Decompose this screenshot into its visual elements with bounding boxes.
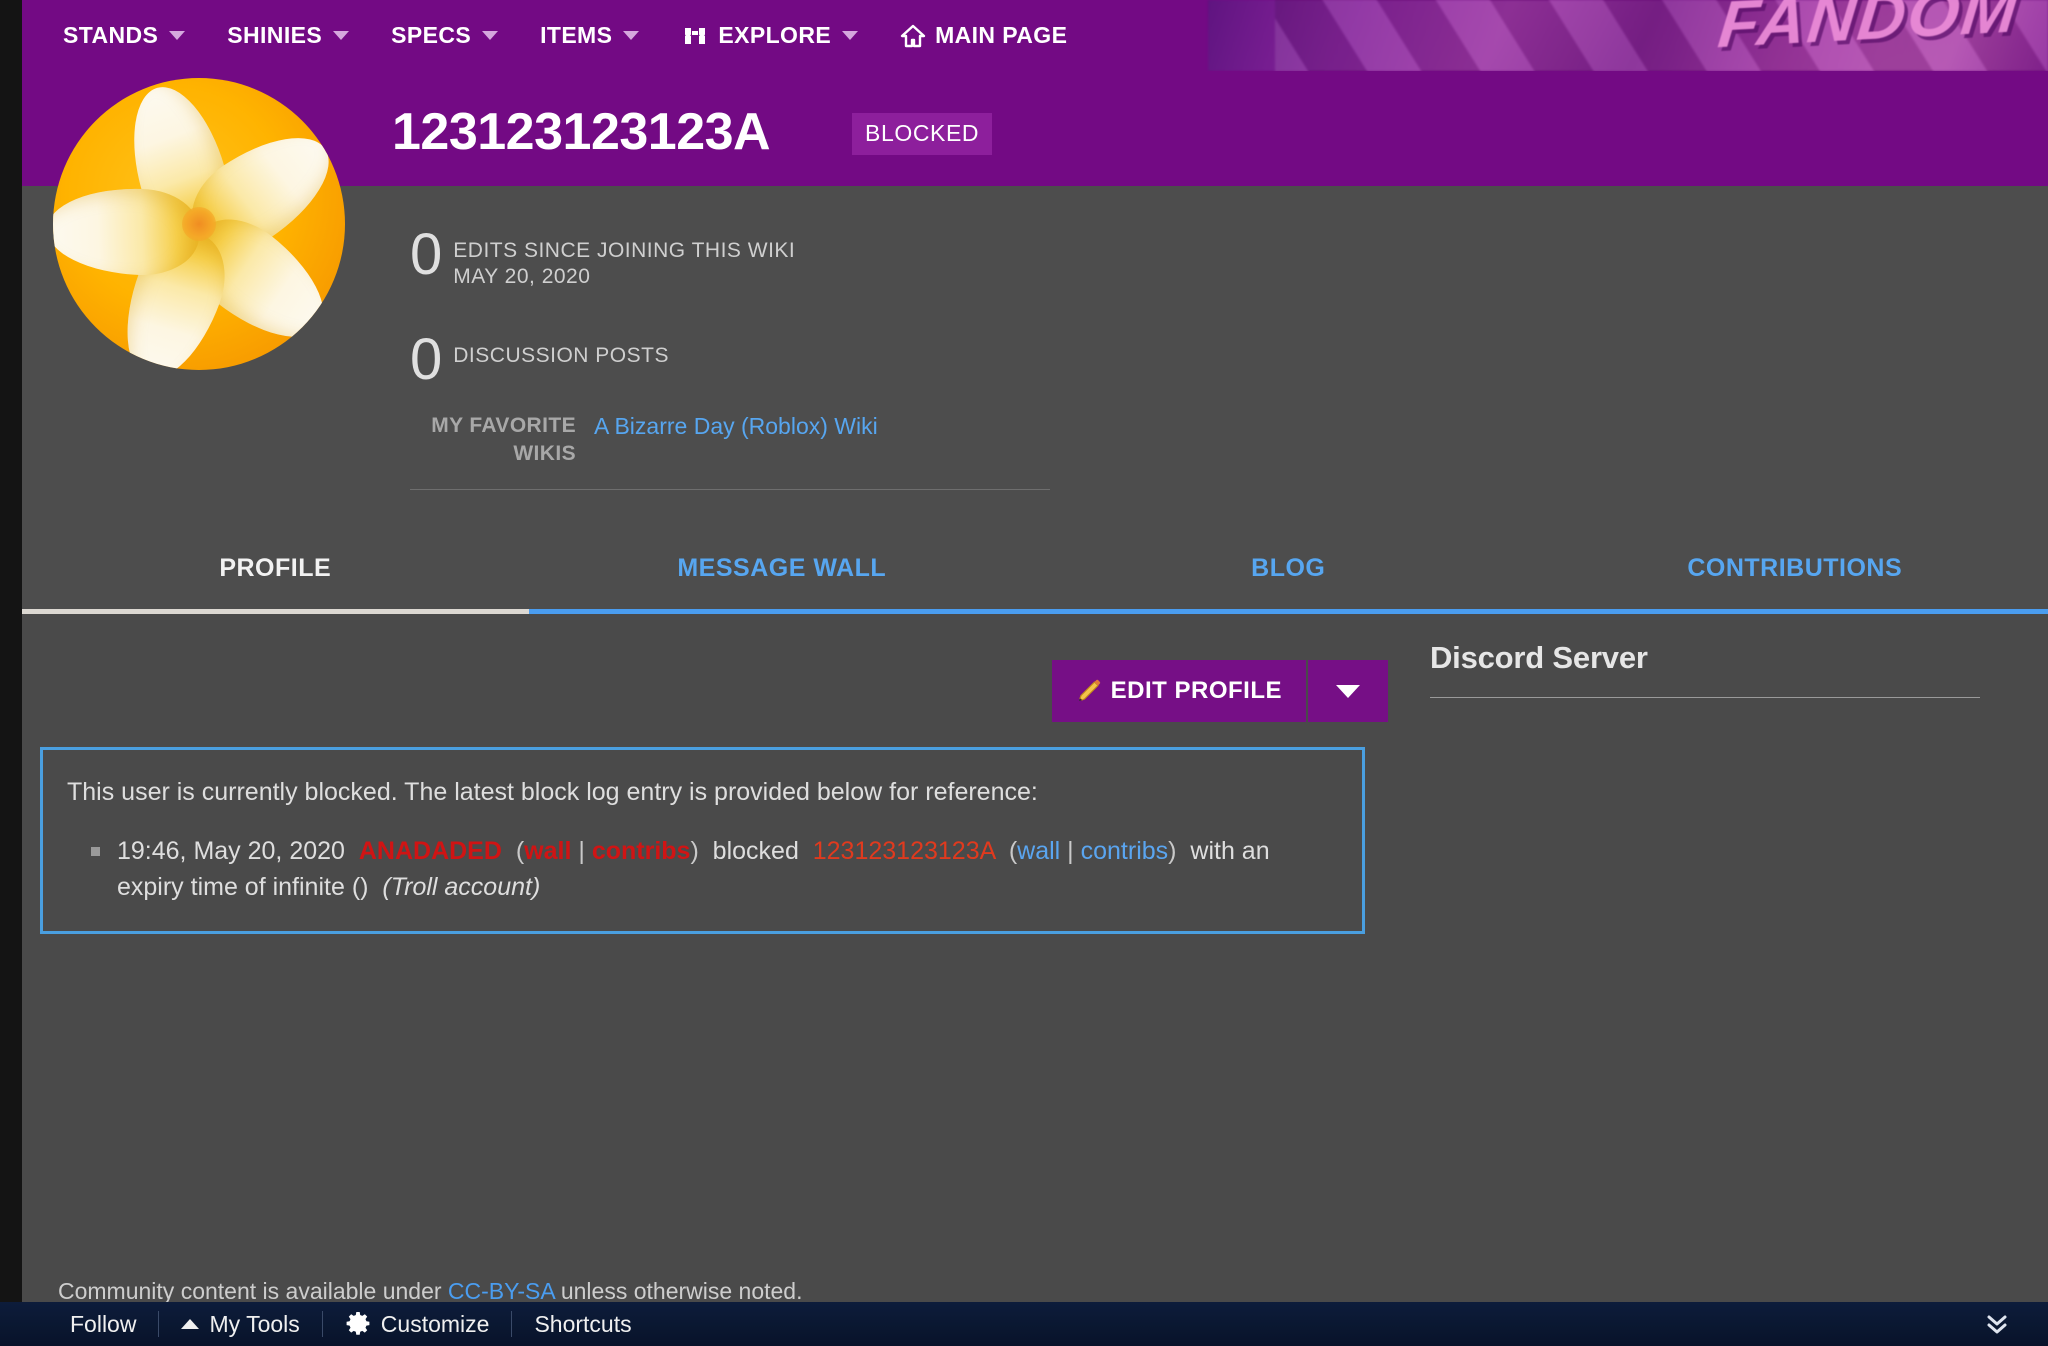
profile-actions-dropdown-button[interactable] [1306, 660, 1388, 722]
chevron-down-icon [482, 31, 499, 40]
main-content: EDIT PROFILE [22, 614, 2048, 1302]
nav-item-shinies[interactable]: SHINIES [206, 0, 370, 71]
tab-message-wall[interactable]: MESSAGE WALL [529, 523, 1036, 613]
chevron-down-icon [333, 31, 350, 40]
left-gutter [0, 0, 22, 1302]
license-link[interactable]: CC-BY-SA [448, 1278, 555, 1304]
stat-divider [410, 489, 1050, 490]
tab-blog[interactable]: BLOG [1035, 523, 1542, 613]
profile-action-buttons: EDIT PROFILE [1051, 660, 1388, 722]
link-separator: | [578, 836, 585, 865]
block-admin-wall-link[interactable]: wall [524, 837, 571, 865]
block-verb: blocked [712, 836, 799, 865]
toolbar-item-follow[interactable]: Follow [48, 1311, 158, 1338]
stat-number: 0 [410, 222, 443, 287]
toolbar-item-shortcuts[interactable]: Shortcuts [512, 1311, 653, 1338]
paren-close: ) [1168, 836, 1177, 865]
nav-item-label: SHINIES [227, 22, 323, 48]
rail-section-title: Discord Server [1430, 640, 1648, 675]
toolbar-collapse-button[interactable] [1984, 1311, 2010, 1337]
nav-item-label: MAIN PAGE [935, 22, 1068, 48]
avatar[interactable] [53, 78, 345, 370]
nav-item-label: SPECS [391, 22, 472, 48]
nav-item-stands[interactable]: STANDS [42, 0, 206, 71]
toolbar-item-label: Follow [70, 1310, 137, 1337]
home-icon [900, 24, 926, 48]
binoculars-icon [681, 25, 709, 47]
pencil-icon [1076, 678, 1102, 704]
profile-tabs: PROFILE MESSAGE WALL BLOG CONTRIBUTIONS [22, 523, 2048, 613]
block-admin-link[interactable]: ANADADED [359, 837, 502, 865]
favorite-wiki-link[interactable]: A Bizarre Day (Roblox) Wiki [594, 412, 878, 469]
link-separator: | [1067, 836, 1074, 865]
chevron-down-icon [169, 31, 186, 40]
paren-close: ) [690, 836, 699, 865]
block-target-wall-link[interactable]: wall [1017, 837, 1060, 865]
toolbar-item-label: Customize [380, 1310, 490, 1337]
nav-item-main-page[interactable]: MAIN PAGE [879, 0, 1088, 71]
block-target-link[interactable]: 123123123123A [813, 837, 995, 865]
block-log-list: 19:46, May 20, 2020 ANADADED (wall | con… [67, 833, 1334, 906]
block-log-timestamp: 19:46, May 20, 2020 [117, 836, 345, 865]
global-navigation-bar: FANDOM STANDS SHINIES SPECS ITEMS EXPLOR… [22, 0, 2048, 71]
nav-item-label: STANDS [63, 22, 159, 48]
stat-sublabel: MAY 20, 2020 [453, 265, 591, 289]
stat-label: EDITS SINCE JOINING THIS WIKI [453, 239, 796, 262]
chevron-down-icon [623, 31, 640, 40]
caret-up-icon [181, 1319, 200, 1329]
stat-discussion-posts: 0 DISCUSSION POSTS [410, 327, 669, 392]
page-root: FANDOM STANDS SHINIES SPECS ITEMS EXPLOR… [0, 0, 2048, 1346]
block-notice: This user is currently blocked. The late… [40, 747, 1365, 935]
gear-icon [345, 1311, 371, 1337]
block-admin-contribs-link[interactable]: contribs [592, 837, 691, 865]
nav-item-specs[interactable]: SPECS [370, 0, 519, 71]
toolbar-item-label: My Tools [209, 1310, 300, 1337]
paren-open: ( [515, 836, 525, 865]
toolbar-item-my-tools[interactable]: My Tools [159, 1311, 321, 1338]
favorite-wikis: MY FAVORITE WIKIS A Bizarre Day (Roblox)… [388, 412, 1008, 469]
license-suffix: unless otherwise noted. [554, 1278, 803, 1304]
rail-divider [1430, 697, 1980, 698]
nav-items: STANDS SHINIES SPECS ITEMS EXPLORE MAIN … [42, 0, 1088, 71]
toolbar-item-customize[interactable]: Customize [323, 1311, 512, 1338]
bottom-toolbar: Follow My Tools Customize Shortcuts [0, 1302, 2048, 1346]
block-log-entry: 19:46, May 20, 2020 ANADADED (wall | con… [67, 833, 1334, 906]
edit-profile-label: EDIT PROFILE [1110, 677, 1282, 704]
stat-number: 0 [410, 327, 443, 392]
avatar-flower-core [182, 207, 216, 241]
chevron-down-icon [842, 31, 859, 40]
block-notice-heading: This user is currently blocked. The late… [67, 778, 1038, 806]
license-prefix: Community content is available under [58, 1278, 448, 1304]
status-badge: BLOCKED [852, 113, 993, 155]
favorite-wikis-label: MY FAVORITE WIKIS [431, 414, 576, 466]
nav-item-items[interactable]: ITEMS [519, 0, 660, 71]
chevron-down-icon [1336, 684, 1360, 698]
tab-contributions[interactable]: CONTRIBUTIONS [1542, 523, 2048, 613]
nav-item-label: EXPLORE [718, 22, 832, 48]
right-rail: Discord Server [1430, 640, 1994, 698]
toolbar-item-label: Shortcuts [534, 1310, 632, 1337]
block-target-contribs-link[interactable]: contribs [1081, 837, 1169, 865]
stat-edits: 0 EDITS SINCE JOINING THIS WIKI MAY 20, … [410, 222, 796, 291]
edit-profile-button[interactable]: EDIT PROFILE [1051, 660, 1306, 722]
nav-item-label: ITEMS [540, 22, 613, 48]
avatar-petal [53, 185, 201, 277]
block-reason: (Troll account) [382, 873, 541, 901]
license-text: Community content is available under CC-… [58, 1278, 803, 1305]
stat-label: DISCUSSION POSTS [453, 344, 669, 367]
nav-item-explore[interactable]: EXPLORE [660, 0, 879, 71]
double-chevron-down-icon [1984, 1315, 2010, 1341]
tab-profile[interactable]: PROFILE [22, 523, 529, 613]
paren-open: ( [1008, 836, 1018, 865]
page-title: 123123123123A [392, 103, 771, 161]
